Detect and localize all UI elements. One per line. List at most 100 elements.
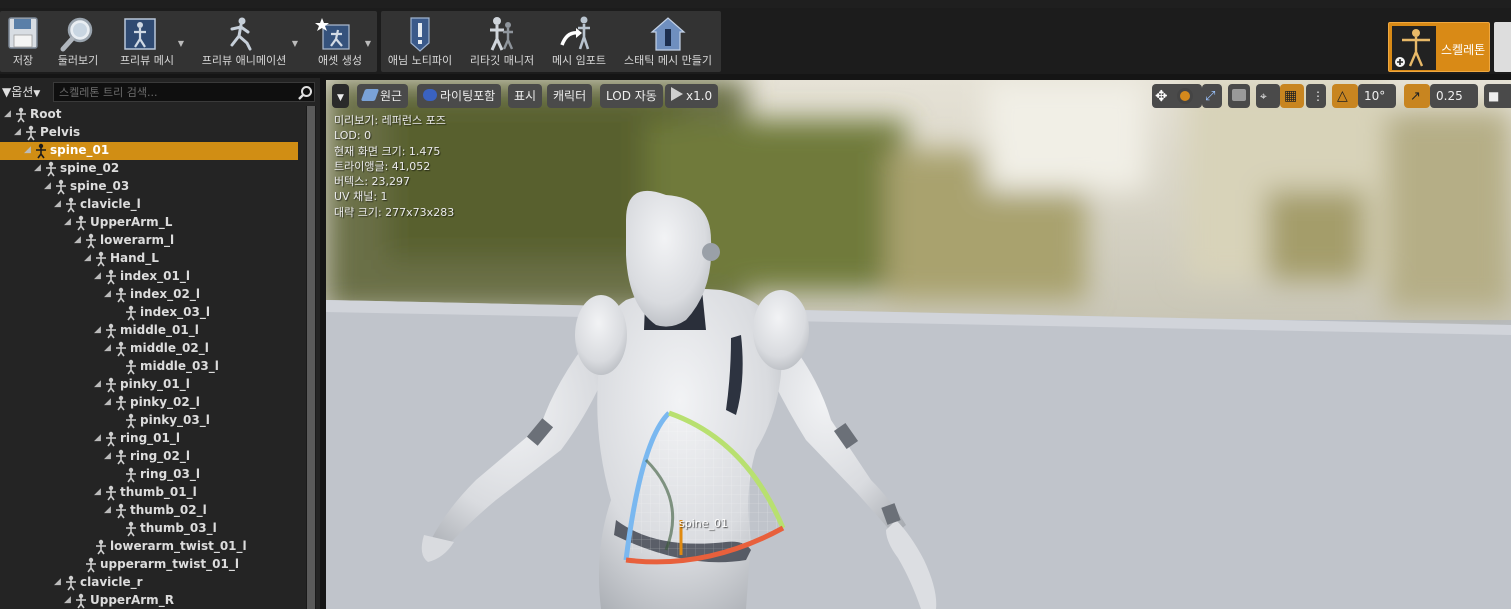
bone-name: UpperArm_L	[90, 215, 173, 229]
tree-row-lowerarm_twist_01_l[interactable]: lowerarm_twist_01_l	[0, 538, 298, 556]
expand-arrow-icon[interactable]: ◢	[104, 397, 111, 407]
expand-arrow-icon[interactable]: ◢	[94, 379, 101, 389]
tree-row-middle_03_l[interactable]: middle_03_l	[0, 358, 298, 376]
tree-row-upperarm_r[interactable]: ◢ UpperArm_R	[0, 592, 298, 609]
tree-row-spine_03[interactable]: ◢ spine_03	[0, 178, 298, 196]
tree-row-thumb_01_l[interactable]: ◢ thumb_01_l	[0, 484, 298, 502]
retarget-manager-button[interactable]: 리타깃 매니저	[463, 11, 541, 72]
scale-mode-button[interactable]: ⤢	[1202, 84, 1222, 108]
tree-row-ring_03_l[interactable]: ring_03_l	[0, 466, 298, 484]
skeleton-tree-search-input[interactable]	[53, 82, 315, 102]
create-asset-dropdown-icon[interactable]: ▼	[365, 39, 371, 48]
expand-arrow-icon[interactable]: ◢	[104, 451, 111, 461]
tree-row-thumb_03_l[interactable]: thumb_03_l	[0, 520, 298, 538]
scale-snap-value[interactable]: 0.25	[1430, 84, 1478, 108]
create-asset-button[interactable]: ▼ 애셋 생성	[306, 11, 374, 72]
tree-row-index_01_l[interactable]: ◢ index_01_l	[0, 268, 298, 286]
tree-row-spine_01[interactable]: ◢ spine_01	[0, 142, 298, 160]
expand-arrow-icon[interactable]: ◢	[74, 235, 81, 245]
tree-row-upperarm_twist_01_l[interactable]: upperarm_twist_01_l	[0, 556, 298, 574]
tree-row-middle_02_l[interactable]: ◢ middle_02_l	[0, 340, 298, 358]
tree-row-lowerarm_l[interactable]: ◢ lowerarm_l	[0, 232, 298, 250]
tree-row-thumb_02_l[interactable]: ◢ thumb_02_l	[0, 502, 298, 520]
mesh-mode-button[interactable]	[1494, 22, 1511, 72]
expand-arrow-icon[interactable]: ◢	[44, 181, 51, 191]
expand-arrow-icon[interactable]: ◢	[64, 595, 71, 605]
preview-animation-label: 프리뷰 애니메이션	[201, 54, 287, 67]
expand-arrow-icon[interactable]: ◢	[24, 145, 31, 155]
expand-arrow-icon[interactable]: ◢	[94, 271, 101, 281]
anim-notify-button[interactable]: 애님 노티파이	[381, 11, 459, 72]
expand-arrow-icon[interactable]: ◢	[54, 577, 61, 587]
expand-arrow-icon[interactable]: ◢	[94, 433, 101, 443]
rotation-snap-value[interactable]: 10°	[1358, 84, 1396, 108]
search-icon[interactable]	[297, 85, 313, 101]
lod-button[interactable]: LOD 자동	[600, 84, 663, 108]
make-static-mesh-button[interactable]: 스태틱 메시 만들기	[617, 11, 719, 72]
browse-button[interactable]: 둘러보기	[50, 11, 106, 72]
expand-arrow-icon[interactable]: ◢	[104, 505, 111, 515]
expand-arrow-icon[interactable]: ◢	[14, 127, 21, 137]
import-mesh-button[interactable]: 메시 임포트	[545, 11, 613, 72]
skeleton-tree-search-row: ▼옵션▼	[0, 80, 318, 104]
camera-speed-button[interactable]: ■	[1484, 84, 1511, 108]
expand-arrow-icon[interactable]: ◢	[104, 343, 111, 353]
tree-row-hand_l[interactable]: ◢ Hand_L	[0, 250, 298, 268]
grid-snap-button[interactable]: ▦	[1280, 84, 1304, 108]
tree-row-clavicle_l[interactable]: ◢ clavicle_l	[0, 196, 298, 214]
panel-splitter[interactable]	[320, 78, 326, 609]
preview-mesh-icon	[124, 18, 156, 50]
stat-preview: 미리보기: 레퍼런스 포즈	[334, 114, 446, 127]
perspective-button[interactable]: 원근	[357, 84, 409, 108]
save-button[interactable]: 저장	[0, 11, 46, 72]
perspective-label: 원근	[380, 89, 403, 103]
tree-row-index_02_l[interactable]: ◢ index_02_l	[0, 286, 298, 304]
skeleton-mode-button[interactable]: 스켈레톤	[1388, 22, 1490, 72]
coord-space-button[interactable]	[1228, 84, 1250, 108]
tree-row-clavicle_r[interactable]: ◢ clavicle_r	[0, 574, 298, 592]
scale-snap-button[interactable]: ↗	[1404, 84, 1430, 108]
expand-arrow-icon[interactable]: ◢	[94, 325, 101, 335]
preview-mesh-label: 프리뷰 메시	[119, 54, 175, 67]
rotate-icon[interactable]	[1177, 88, 1193, 104]
translate-icon[interactable]: ✥	[1155, 84, 1168, 108]
preview-viewport[interactable]: ▼ 원근 라이팅포함 표시 캐릭터 LOD 자동 x1.0 미리보기: 레퍼런스…	[326, 80, 1511, 609]
tree-row-upperarm_l[interactable]: ◢ UpperArm_L	[0, 214, 298, 232]
play-speed-button[interactable]: x1.0	[665, 84, 719, 108]
grid-snap-value-button[interactable]: ⋮	[1306, 84, 1326, 108]
lighting-button[interactable]: 라이팅포함	[417, 84, 502, 108]
static-mesh-house-icon	[650, 17, 686, 51]
bone-name: spine_01	[50, 143, 110, 157]
preview-animation-button[interactable]: ▼ 프리뷰 애니메이션	[188, 11, 300, 72]
surface-snap-button[interactable]: ⌖	[1256, 84, 1280, 108]
expand-arrow-icon[interactable]: ◢	[94, 487, 101, 497]
expand-arrow-icon[interactable]: ◢	[34, 163, 41, 173]
tree-row-pinky_01_l[interactable]: ◢ pinky_01_l	[0, 376, 298, 394]
tree-row-ring_02_l[interactable]: ◢ ring_02_l	[0, 448, 298, 466]
rotation-snap-button[interactable]: △	[1332, 84, 1358, 108]
tree-row-ring_01_l[interactable]: ◢ ring_01_l	[0, 430, 298, 448]
expand-arrow-icon[interactable]: ◢	[64, 217, 71, 227]
tree-row-spine_02[interactable]: ◢ spine_02	[0, 160, 298, 178]
character-button[interactable]: 캐릭터	[547, 84, 593, 108]
expand-arrow-icon[interactable]: ◢	[4, 109, 11, 119]
tree-row-index_03_l[interactable]: index_03_l	[0, 304, 298, 322]
tree-row-pinky_02_l[interactable]: ◢ pinky_02_l	[0, 394, 298, 412]
show-button[interactable]: 표시	[508, 84, 543, 108]
expand-arrow-icon[interactable]: ◢	[84, 253, 91, 263]
tree-row-root[interactable]: ◢ Root	[0, 106, 298, 124]
bone-name: Pelvis	[40, 125, 81, 139]
preview-animation-dropdown-icon[interactable]: ▼	[292, 39, 298, 48]
preview-mesh-button[interactable]: ▼ 프리뷰 메시	[110, 11, 184, 72]
bone-icon	[126, 467, 136, 483]
tree-scrollbar[interactable]	[306, 106, 316, 609]
options-dropdown[interactable]: ▼옵션▼	[2, 83, 40, 100]
expand-arrow-icon[interactable]: ◢	[54, 199, 61, 209]
viewport-options-button[interactable]: ▼	[332, 84, 349, 108]
tree-row-middle_01_l[interactable]: ◢ middle_01_l	[0, 322, 298, 340]
expand-arrow-icon[interactable]: ◢	[104, 289, 111, 299]
tree-row-pelvis[interactable]: ◢ Pelvis	[0, 124, 298, 142]
tree-row-pinky_03_l[interactable]: pinky_03_l	[0, 412, 298, 430]
preview-mesh-dropdown-icon[interactable]: ▼	[178, 39, 184, 48]
tree-scrollbar-thumb[interactable]	[307, 106, 315, 609]
